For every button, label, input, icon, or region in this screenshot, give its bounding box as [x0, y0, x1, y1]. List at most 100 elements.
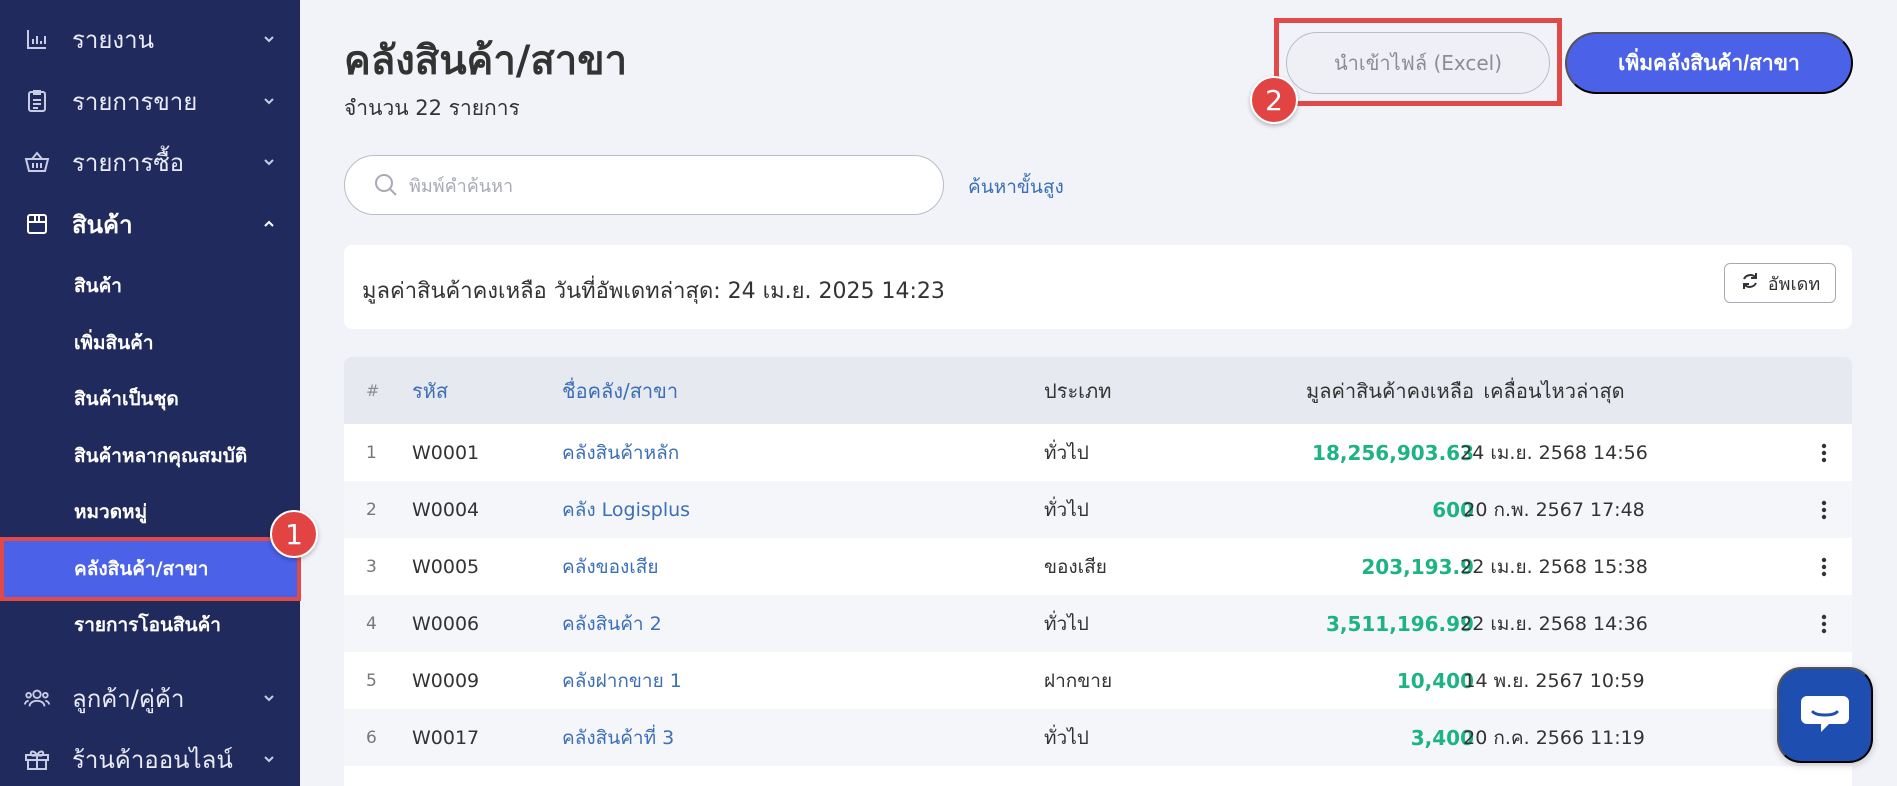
row-name-link[interactable]: คลังสินค้า 2 — [562, 595, 662, 652]
table-row: 2 W0004 คลัง Logisplus ทั่วไป 600 20 ก.พ… — [344, 481, 1852, 538]
sidebar-item-customers[interactable]: ลูกค้า/คู่ค้า — [0, 670, 300, 726]
search-icon — [373, 172, 399, 198]
step-badge-2: 2 — [1250, 76, 1298, 124]
advanced-search-link[interactable]: ค้นหาขั้นสูง — [968, 172, 1064, 202]
table-row: 3 W0005 คลังของเสีย ของเสีย 203,193.9 22… — [344, 538, 1852, 595]
search-box — [344, 155, 944, 215]
row-last-movement: 24 เม.ย. 2568 14:56 — [1460, 441, 1648, 464]
basket-icon — [24, 149, 50, 175]
chart-icon — [24, 26, 50, 52]
row-name-link[interactable]: คลังสินค้าที่ 3 — [562, 709, 674, 766]
sidebar-subitem-label: เพิ่มสินค้า — [74, 332, 154, 354]
row-last-movement: 22 เม.ย. 2568 14:36 — [1460, 612, 1648, 635]
row-code: W0004 — [412, 498, 480, 521]
kebab-menu-icon[interactable] — [1814, 595, 1834, 652]
row-index: 1 — [366, 442, 377, 463]
table-row: 6 W0017 คลังสินค้าที่ 3 ทั่วไป 3,400 20 … — [344, 709, 1852, 766]
kebab-menu-icon[interactable] — [1814, 481, 1834, 538]
table-header: # รหัส ชื่อคลัง/สาขา ประเภท มูลค่าสินค้า… — [344, 357, 1852, 424]
header-index: # — [366, 381, 380, 400]
row-name-link[interactable]: คลังสินค้าหลัก — [562, 424, 679, 481]
row-index: 6 — [366, 727, 377, 748]
sidebar-subitem-label: หมวดหมู่ — [74, 501, 148, 523]
row-code: W0006 — [412, 612, 480, 635]
header-type: ประเภท — [1044, 378, 1112, 403]
table-row: 1 W0001 คลังสินค้าหลัก ทั่วไป 18,256,903… — [344, 424, 1852, 481]
chevron-up-icon — [262, 217, 276, 231]
sidebar-item-label: ลูกค้า/คู่ค้า — [72, 684, 185, 713]
row-last-movement: 20 ก.ค. 2566 11:19 — [1463, 726, 1645, 749]
sidebar-subitem-bundles[interactable]: สินค้าเป็นชุด — [0, 371, 300, 427]
row-code: W0001 — [412, 441, 480, 464]
row-type: ทั่วไป — [1044, 498, 1089, 521]
row-last-movement: 20 ก.พ. 2567 17:48 — [1463, 498, 1645, 521]
refresh-icon — [1740, 271, 1760, 296]
sidebar-item-label: ร้านค้าออนไลน์ — [72, 745, 233, 774]
kebab-menu-icon[interactable] — [1814, 538, 1834, 595]
refresh-label: อัพเดท — [1767, 273, 1821, 294]
sidebar-subitem-warehouses[interactable]: คลังสินค้า/สาขา — [0, 537, 301, 601]
sidebar-subitem-variants[interactable]: สินค้าหลากคุณสมบัติ — [0, 428, 300, 484]
inventory-value-card: มูลค่าสินค้าคงเหลือ วันที่อัพเดทล่าสุด: … — [344, 245, 1852, 329]
sidebar-subitem-label: สินค้าเป็นชุด — [74, 388, 179, 410]
header-name[interactable]: ชื่อคลัง/สาขา — [562, 357, 678, 424]
kebab-menu-icon[interactable] — [1814, 424, 1834, 481]
chevron-down-icon — [262, 32, 276, 46]
header-last-movement: เคลื่อนไหวล่าสุด — [1483, 378, 1625, 403]
sidebar-item-label: รายการซื้อ — [72, 148, 185, 177]
refresh-button[interactable]: อัพเดท — [1724, 263, 1836, 303]
gift-icon — [24, 746, 50, 772]
row-type: ทั่วไป — [1044, 612, 1089, 635]
sidebar-item-label: รายการขาย — [72, 87, 198, 116]
row-code: W0017 — [412, 726, 480, 749]
row-index: 2 — [366, 499, 377, 520]
row-name-link[interactable]: คลังของเสีย — [562, 538, 659, 595]
chat-button[interactable] — [1777, 667, 1873, 763]
row-type: ของเสีย — [1044, 555, 1107, 578]
chevron-down-icon — [262, 94, 276, 108]
inventory-update-text: มูลค่าสินค้าคงเหลือ วันที่อัพเดทล่าสุด: … — [362, 279, 945, 304]
table-row-partial — [344, 766, 1852, 786]
chevron-down-icon — [262, 691, 276, 705]
row-last-movement: 22 เม.ย. 2568 15:38 — [1460, 555, 1648, 578]
row-index: 4 — [366, 613, 377, 634]
sidebar-item-purchases[interactable]: รายการซื้อ — [0, 134, 300, 190]
table-row: 4 W0006 คลังสินค้า 2 ทั่วไป 3,511,196.99… — [344, 595, 1852, 652]
chevron-down-icon — [262, 752, 276, 766]
row-name-link[interactable]: คลัง Logisplus — [562, 481, 690, 538]
sidebar-subitem-products[interactable]: สินค้า — [0, 258, 300, 314]
row-index: 5 — [366, 670, 377, 691]
sidebar-subitem-transfers[interactable]: รายการโอนสินค้า — [0, 597, 300, 653]
step-badge-1: 1 — [270, 510, 318, 558]
table-row: 5 W0009 คลังฝากขาย 1 ฝากขาย 10,400 14 พ.… — [344, 652, 1852, 709]
row-code: W0005 — [412, 555, 480, 578]
row-type: ทั่วไป — [1044, 726, 1089, 749]
import-excel-button[interactable]: นำเข้าไฟล์ (Excel) — [1286, 32, 1550, 94]
sidebar-subitem-add-product[interactable]: เพิ่มสินค้า — [0, 315, 300, 371]
page-title: คลังสินค้า/สาขา — [344, 38, 628, 84]
warehouse-table: # รหัส ชื่อคลัง/สาขา ประเภท มูลค่าสินค้า… — [344, 357, 1852, 786]
chat-bubble-icon — [1799, 692, 1851, 739]
add-warehouse-button[interactable]: เพิ่มคลังสินค้า/สาขา — [1565, 32, 1853, 94]
sidebar-item-sales[interactable]: รายการขาย — [0, 73, 300, 129]
row-type: ฝากขาย — [1044, 669, 1113, 692]
chevron-down-icon — [262, 155, 276, 169]
header-code[interactable]: รหัส — [412, 357, 448, 424]
sidebar: รายงาน รายการขาย รายการซื้อ สินค้า สินค้ — [0, 0, 301, 786]
sidebar-item-label: รายงาน — [72, 25, 155, 54]
sidebar-item-products[interactable]: สินค้า — [0, 196, 300, 252]
row-index: 3 — [366, 556, 377, 577]
row-name-link[interactable]: คลังฝากขาย 1 — [562, 652, 682, 709]
search-input[interactable] — [409, 166, 929, 206]
box-icon — [24, 211, 50, 237]
row-code: W0009 — [412, 669, 480, 692]
item-count: จำนวน 22 รายการ — [344, 96, 520, 120]
row-type: ทั่วไป — [1044, 441, 1089, 464]
sidebar-item-label: สินค้า — [72, 210, 133, 239]
sidebar-item-reports[interactable]: รายงาน — [0, 11, 300, 67]
sidebar-subitem-label: สินค้าหลากคุณสมบัติ — [74, 445, 248, 467]
sidebar-subitem-label: คลังสินค้า/สาขา — [74, 558, 209, 580]
sidebar-subitem-categories[interactable]: หมวดหมู่ — [0, 484, 300, 540]
sidebar-item-online-store[interactable]: ร้านค้าออนไลน์ — [0, 731, 300, 786]
clipboard-icon — [24, 88, 50, 114]
